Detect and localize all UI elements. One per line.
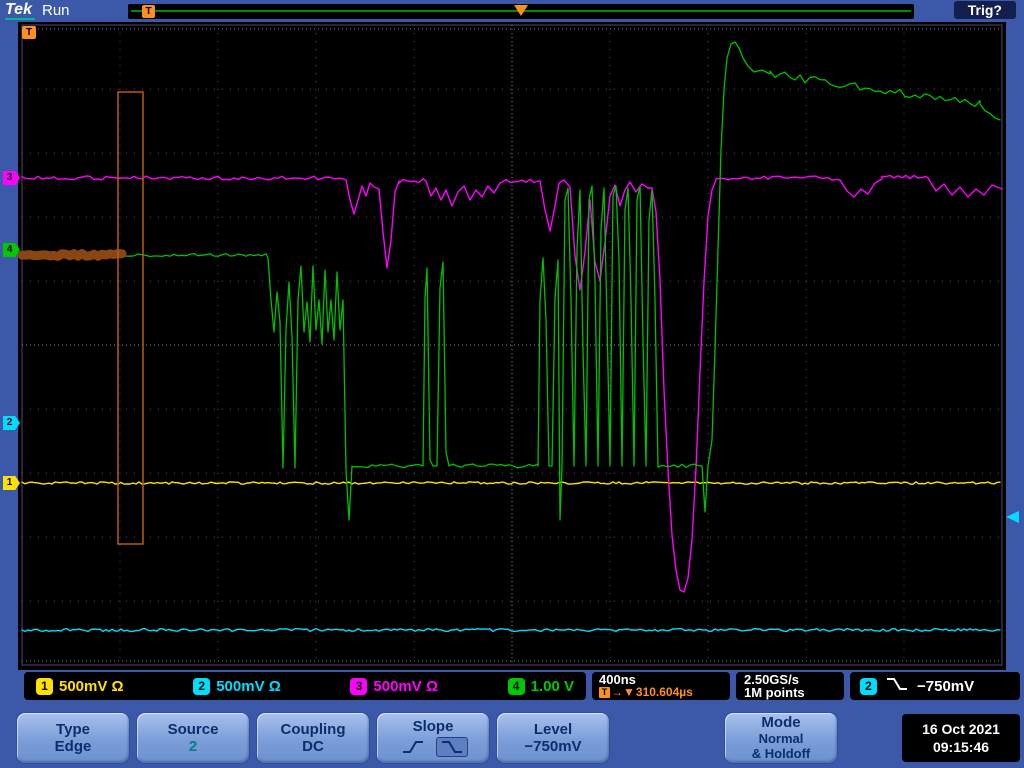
trigger-readout: 2 −750mV (850, 672, 1020, 700)
datetime-display: 16 Oct 2021 09:15:46 (902, 714, 1020, 762)
waveform-display (18, 22, 1006, 670)
trigger-time-flag: T (142, 5, 155, 18)
falling-edge-icon-selected[interactable] (436, 737, 468, 757)
menu-slope-button[interactable]: Slope (376, 712, 490, 764)
slope-options (398, 737, 468, 757)
acquisition-status: Run (42, 2, 70, 19)
readout-bar: 1 500mV Ω 2 500mV Ω 3 500mV Ω 4 1.00 V 4… (0, 672, 1024, 704)
menu-type-title: Type (56, 720, 90, 738)
ch1-badge: 1 (36, 677, 53, 695)
trigger-level-arrow[interactable] (1006, 511, 1019, 523)
menu-source-title: Source (167, 720, 219, 738)
menu-coupling-title: Coupling (280, 720, 346, 738)
time-value: 09:15:46 (932, 739, 990, 755)
acquisition-readout: 2.50GS/s 1M points (736, 672, 844, 700)
menu-coupling-button[interactable]: Coupling DC (256, 712, 370, 764)
ch2-scale: 500mV Ω (216, 677, 281, 695)
trigger-level-value: −750mV (917, 677, 975, 695)
channel-readouts: 1 500mV Ω 2 500mV Ω 3 500mV Ω 4 1.00 V (24, 672, 586, 700)
ch2-readout: 2 500mV Ω (193, 677, 281, 695)
trigger-arrow-glyph: →▼ (611, 685, 635, 699)
ch1-scale: 500mV Ω (59, 677, 124, 695)
menu-level-title: Level (533, 720, 573, 738)
trigger-source-badge: 2 (860, 677, 877, 695)
menu-mode-title: Mode (761, 714, 801, 731)
menu-type-value: Edge (54, 737, 92, 755)
softkey-menu: Type Edge Source 2 Coupling DC Slope Lev… (0, 706, 1024, 768)
menu-level-value: −750mV (524, 737, 582, 755)
menu-mode-value1: Normal (758, 731, 804, 746)
date-value: 16 Oct 2021 (922, 721, 1000, 737)
trigger-time-marker[interactable]: T (22, 26, 36, 39)
rising-edge-icon[interactable] (398, 738, 428, 756)
menu-source-value: 2 (188, 737, 198, 755)
ch4-badge: 4 (507, 677, 525, 695)
trigger-time-readout: T →▼ 310.604µs (599, 686, 723, 699)
menu-slope-title: Slope (412, 718, 454, 735)
menu-source-button[interactable]: Source 2 (136, 712, 250, 764)
tek-logo: Tek (5, 1, 35, 20)
ch4-scale: 1.00 V (530, 677, 574, 695)
scope-frame: Tek Run T Trig? T 3 4 2 1 1 500mV Ω 2 50… (0, 0, 1024, 768)
ch3-scale: 500mV Ω (373, 677, 438, 695)
record-length: 1M points (744, 685, 805, 700)
falling-edge-icon (885, 677, 909, 696)
timebase-readout: 400ns T →▼ 310.604µs (592, 672, 730, 700)
menu-coupling-value: DC (302, 737, 324, 755)
ch3-readout: 3 500mV Ω (350, 677, 438, 695)
menu-mode-button[interactable]: Mode Normal & Holdoff (724, 712, 838, 764)
trigger-position-marker[interactable] (514, 5, 528, 16)
top-status-bar: Tek Run T Trig? (0, 0, 1024, 22)
ch2-badge: 2 (193, 677, 211, 695)
menu-level-button[interactable]: Level −750mV (496, 712, 610, 764)
trigger-t-icon: T (599, 687, 610, 698)
ch3-badge: 3 (350, 677, 368, 695)
menu-mode-value2: & Holdoff (751, 746, 811, 761)
trigger-status-badge: Trig? (953, 1, 1016, 19)
ch1-readout: 1 500mV Ω (36, 677, 124, 695)
menu-type-button[interactable]: Type Edge (16, 712, 130, 764)
ch4-readout: 4 1.00 V (507, 677, 574, 695)
trigger-time-value: 310.604µs (635, 685, 693, 699)
